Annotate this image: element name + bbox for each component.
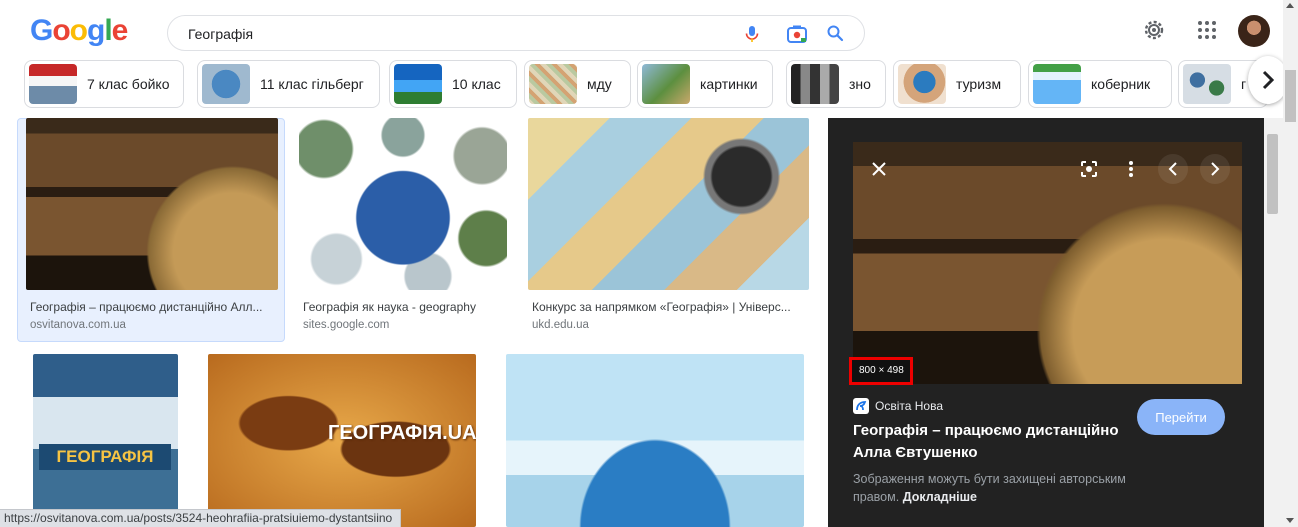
page-scrollbar-thumb[interactable] [1285,70,1296,122]
status-bar-url: https://osvitanova.com.ua/posts/3524-heo… [0,509,402,527]
logo-letter: o [52,14,70,47]
search-input[interactable] [188,24,728,44]
scroll-up-arrow-icon[interactable] [1286,3,1294,8]
search-box [167,15,865,51]
chip-thumbnail [642,64,690,104]
copyright-notice: Зображення можуть бути захищені авторськ… [853,470,1163,506]
preview-site[interactable]: Освіта Нова [853,398,943,414]
page-scrollbar[interactable] [1283,0,1298,527]
settings-gear-icon[interactable] [1142,18,1166,42]
google-logo[interactable]: Google [30,14,129,48]
chip-label: зно [849,76,871,92]
more-vert-icon [1129,161,1133,177]
chip-thumbnail [791,64,839,104]
next-image-button[interactable] [1200,154,1230,184]
visit-button[interactable]: Перейти [1137,399,1225,435]
result-caption: Конкурс за напрямком «Географія» | Уніве… [532,300,791,314]
chip-thumbnail [1033,64,1081,104]
logo-letter: G [30,14,53,47]
result-source: osvitanova.com.ua [30,319,126,331]
account-avatar[interactable] [1238,15,1270,47]
result-source: ukd.edu.ua [532,319,589,331]
chip-thumbnail [202,64,250,104]
image-preview-panel [828,118,1264,527]
chips-next-button[interactable] [1248,56,1288,104]
chip-label: картинки [700,76,758,92]
chip-label: г [1241,76,1247,92]
lens-search-button[interactable] [1074,154,1104,184]
chip-kartynky[interactable]: картинки [637,60,773,108]
chip-7-klas-boiko[interactable]: 7 клас бойко [24,60,184,108]
chip-label: 10 клас [452,76,501,92]
image-dimensions: 800 × 498 [859,365,904,376]
microphone-icon[interactable] [742,24,762,44]
chip-thumbnail [529,64,577,104]
chip-label: 11 клас гільберг [260,76,364,92]
camera-lens-icon[interactable] [786,24,807,44]
apps-grid-icon[interactable] [1195,18,1219,42]
chip-thumbnail [898,64,946,104]
panel-scrollbar-thumb[interactable] [1267,134,1278,214]
book-title: ГЕОГРАФІЯ [39,444,171,470]
chip-label: коберник [1091,76,1151,92]
scroll-down-arrow-icon[interactable] [1286,518,1294,523]
logo-letter: o [69,14,88,47]
result-image-textbook: ГЕОГРАФІЯ [33,354,178,527]
chip-thumbnail [29,64,77,104]
image-overlay-text: ГЕОГРАФІЯ.UA [328,422,476,444]
learn-more-link[interactable]: Докладніше [903,490,977,504]
chip-label: туризм [956,76,1002,92]
result-image-earth-collage [299,118,507,290]
chip-thumbnail [1183,64,1231,104]
close-icon [872,162,886,176]
result-image-travel-landmarks [506,354,804,527]
chip-mdu[interactable]: мду [524,60,631,108]
chip-turyzm[interactable]: туризм [893,60,1021,108]
result-image-world-map-ua: ГЕОГРАФІЯ.UA [208,354,476,527]
header: Google [0,0,1298,60]
close-preview-button[interactable] [864,154,894,184]
image-dimensions-badge: 800 × 498 [849,357,913,385]
logo-letter: g [87,14,105,47]
result-source: sites.google.com [303,319,390,331]
result-image-map-compass [528,118,809,290]
copyright-text: Зображення можуть бути захищені авторськ… [853,472,1126,504]
preview-title[interactable]: Географія – працюємо дистанційно Алла Єв… [853,420,1123,464]
result-image-globe-bookshelf [26,118,278,290]
chip-label: 7 клас бойко [87,76,170,92]
result-caption: Географія – працюємо дистанційно Алл... [30,300,263,314]
chip-10-klas[interactable]: 10 клас [389,60,517,108]
chip-label: мду [587,76,612,92]
chip-thumbnail [394,64,442,104]
site-name: Освіта Нова [875,399,943,413]
result-caption: Географія як наука - geography [303,300,476,314]
previous-image-button[interactable] [1158,154,1188,184]
logo-letter: l [104,14,112,47]
google-images-page: Google 7 клас бойко [0,0,1298,527]
chip-zno[interactable]: зно [786,60,886,108]
chevron-right-icon [1262,70,1275,90]
chip-kobernyk[interactable]: коберник [1028,60,1172,108]
chip-11-klas-gilberg[interactable]: 11 клас гільберг [197,60,380,108]
related-searches-chips: 7 клас бойко 11 клас гільберг 10 клас мд… [0,58,1298,114]
site-favicon-icon [853,398,869,414]
chevron-left-icon [1168,162,1177,176]
lens-icon [1081,161,1097,177]
search-icon[interactable] [826,24,846,44]
chevron-right-icon [1211,162,1220,176]
more-options-button[interactable] [1116,154,1146,184]
logo-letter: e [111,14,129,47]
image-results-grid: Географія – працюємо дистанційно Алл... … [0,118,828,527]
